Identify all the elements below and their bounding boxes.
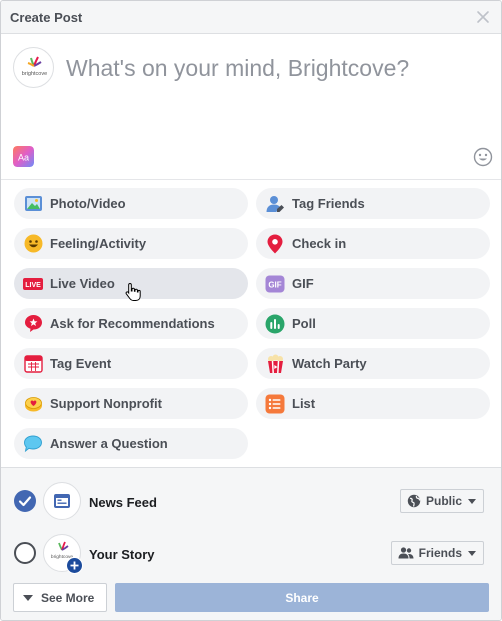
recommendations-icon <box>23 314 43 334</box>
poll-button[interactable]: Poll <box>256 308 490 339</box>
see-more-button[interactable]: See More <box>13 583 107 612</box>
poll-icon <box>265 314 285 334</box>
svg-text:GIF: GIF <box>268 280 281 289</box>
svg-text:LIVE: LIVE <box>25 282 41 289</box>
your-story-audience-dropdown[interactable]: Friends <box>390 541 484 565</box>
news-feed-row[interactable]: News Feed Public <box>1 478 501 524</box>
see-more-label: See More <box>41 590 95 605</box>
friends-icon <box>398 547 414 559</box>
tag-friends-button[interactable]: Tag Friends <box>256 188 490 219</box>
caret-down-icon <box>23 594 33 601</box>
chevron-down-icon <box>468 498 476 504</box>
share-button[interactable]: Share <box>115 583 489 612</box>
news-feed-checkbox[interactable] <box>14 490 36 512</box>
checkmark-icon <box>18 496 32 507</box>
news-feed-audience-dropdown[interactable]: Public <box>399 489 484 513</box>
brightcove-logo-icon: brightcove <box>22 56 47 77</box>
your-story-row[interactable]: brightcove Your Story Friends <box>1 530 501 576</box>
news-feed-audience-label: Public <box>425 494 462 508</box>
tag-event-label: Tag Event <box>50 356 112 371</box>
emoji-icon[interactable] <box>473 147 493 167</box>
gif-label: GIF <box>292 276 314 291</box>
watch-party-button[interactable]: Watch Party <box>256 348 490 379</box>
share-label: Share <box>285 590 319 605</box>
post-input-placeholder[interactable]: What's on your mind, Brightcove? <box>66 55 486 82</box>
tag-event-button[interactable]: Tag Event <box>14 348 248 379</box>
add-story-plus-icon[interactable] <box>66 557 83 574</box>
feeling-activity-button[interactable]: Feeling/Activity <box>14 228 248 259</box>
avatar: brightcove <box>13 47 54 88</box>
location-pin-icon <box>265 234 285 254</box>
support-nonprofit-button[interactable]: Support Nonprofit <box>14 388 248 419</box>
globe-icon <box>407 494 421 508</box>
news-feed-label: News Feed <box>89 495 157 510</box>
nonprofit-icon <box>23 394 43 414</box>
answer-question-label: Answer a Question <box>50 436 168 451</box>
live-video-button[interactable]: LIVE Live Video <box>14 268 248 299</box>
your-story-label: Your Story <box>89 547 155 562</box>
post-footer: News Feed Public brightcove Your Story F… <box>1 467 501 620</box>
poll-label: Poll <box>292 316 316 331</box>
support-nonprofit-label: Support Nonprofit <box>50 396 162 411</box>
check-in-button[interactable]: Check in <box>256 228 490 259</box>
live-video-icon: LIVE <box>23 274 43 294</box>
text-background-icon[interactable]: Aa <box>13 146 34 167</box>
your-story-audience-label: Friends <box>418 546 462 560</box>
calendar-icon <box>23 354 43 374</box>
your-story-checkbox[interactable] <box>14 542 36 564</box>
dialog-header: Create Post <box>1 1 501 34</box>
list-icon <box>265 394 285 414</box>
list-label: List <box>292 396 316 411</box>
photo-video-icon <box>23 194 43 214</box>
create-post-dialog: Create Post brightcove What's on your mi… <box>0 0 502 621</box>
svg-text:brightcove: brightcove <box>22 71 47 77</box>
dialog-title: Create Post <box>10 10 83 25</box>
tag-friends-icon <box>265 194 285 214</box>
photo-video-button[interactable]: Photo/Video <box>14 188 248 219</box>
composer-area[interactable]: brightcove What's on your mind, Brightco… <box>1 35 501 180</box>
gif-icon: GIF <box>265 274 285 294</box>
feeling-activity-label: Feeling/Activity <box>50 236 147 251</box>
photo-video-label: Photo/Video <box>50 196 126 211</box>
answer-question-button[interactable]: Answer a Question <box>14 428 248 459</box>
chevron-down-icon <box>468 550 476 556</box>
feeling-icon <box>23 234 43 254</box>
popcorn-icon <box>265 354 285 374</box>
question-bubble-icon <box>23 434 43 454</box>
svg-text:Aa: Aa <box>18 153 29 163</box>
post-actions: Photo/Video Feeling/Activity LIVE Live V… <box>1 181 501 467</box>
list-button[interactable]: List <box>256 388 490 419</box>
check-in-label: Check in <box>292 236 347 251</box>
ask-recommendations-button[interactable]: Ask for Recommendations <box>14 308 248 339</box>
gif-button[interactable]: GIF GIF <box>256 268 490 299</box>
watch-party-label: Watch Party <box>292 356 367 371</box>
live-video-label: Live Video <box>50 276 115 291</box>
news-feed-icon <box>43 482 81 520</box>
ask-recommendations-label: Ask for Recommendations <box>50 316 215 331</box>
tag-friends-label: Tag Friends <box>292 196 365 211</box>
close-icon[interactable] <box>475 9 491 25</box>
